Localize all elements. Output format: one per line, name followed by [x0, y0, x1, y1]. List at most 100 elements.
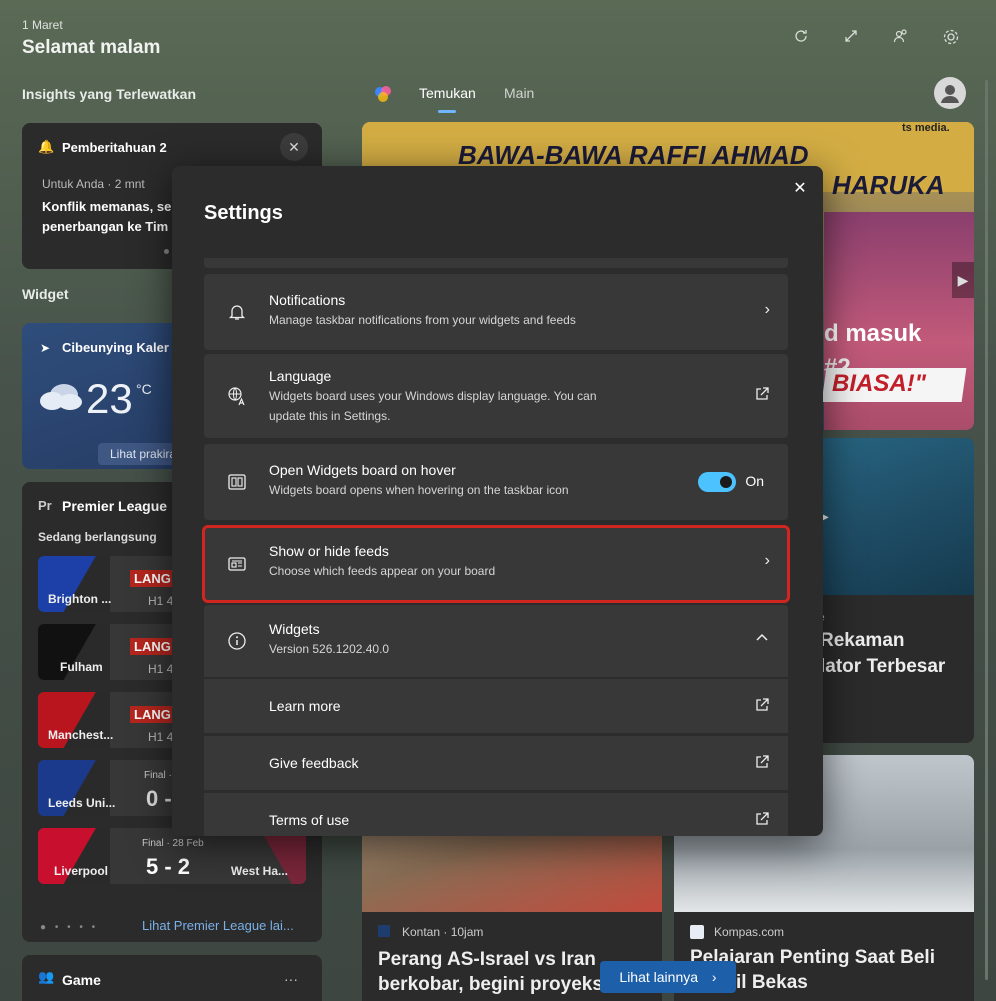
row-desc-2: update this in Settings.: [269, 409, 391, 423]
external-link-icon: [754, 386, 770, 407]
team-name: Liverpool: [54, 864, 109, 878]
row-desc: Widgets board uses your Windows display …: [269, 389, 597, 403]
show-hide-feeds-row[interactable]: Show or hide feeds Choose which feeds ap…: [202, 525, 790, 603]
widgets-about-row[interactable]: Widgets Version 526.1202.40.0: [204, 605, 788, 677]
row-title: Give feedback: [269, 755, 359, 771]
team-name: Fulham: [60, 660, 103, 674]
page-dot: [164, 249, 169, 254]
see-more-button[interactable]: Lihat lainnya ›: [600, 961, 736, 993]
article-source: Kontan · 10jam: [402, 925, 484, 939]
temperature: 23: [86, 375, 133, 422]
external-link-icon: [754, 754, 770, 775]
row-title: Terms of use: [269, 812, 350, 828]
learn-more-row[interactable]: Learn more: [204, 679, 788, 733]
close-icon[interactable]: ✕: [789, 178, 811, 200]
refresh-icon[interactable]: [790, 28, 812, 50]
row-desc: Manage taskbar notifications from your w…: [269, 313, 576, 327]
see-more-label: Lihat lainnya: [619, 969, 699, 985]
info-icon: [224, 628, 250, 654]
game-title: Game: [62, 972, 101, 988]
live-badge: LANG: [130, 570, 175, 587]
match-item[interactable]: Liverpool Final · 28 Feb 5 - 2 West Ha..…: [38, 828, 306, 884]
tab-indicator: [438, 110, 456, 113]
chevron-right-icon[interactable]: ▶: [952, 262, 974, 298]
hover-row[interactable]: Open Widgets board on hover Widgets boar…: [204, 444, 788, 520]
external-link-icon: [754, 697, 770, 718]
insight-card-title: Pemberitahuan 2: [62, 140, 167, 155]
terms-of-use-row[interactable]: Terms of use: [204, 793, 788, 836]
side-headline-1: Rekaman: [820, 630, 905, 651]
dialog-title: Settings: [204, 202, 283, 224]
toggle-state-label: On: [745, 473, 764, 489]
cloud-icon: [38, 381, 84, 411]
gear-icon[interactable]: [940, 28, 962, 50]
hero-text-2: HARUKA: [832, 170, 945, 200]
tab-discover[interactable]: Temukan: [419, 85, 476, 101]
more-menu-icon[interactable]: ···: [284, 971, 298, 987]
article-source: Kompas.com: [714, 925, 785, 939]
pl-title: Premier League: [62, 498, 168, 514]
row-title: Show or hide feeds: [269, 543, 389, 559]
source-logo-icon: [378, 925, 390, 937]
live-badge: LANG: [130, 638, 175, 655]
insight-source: Untuk Anda · 2 mnt: [42, 177, 145, 191]
pl-more-link[interactable]: Lihat Premier League lai...: [142, 918, 294, 933]
game-icon: 👥: [38, 969, 55, 984]
match-info: H1 4: [148, 730, 174, 744]
pl-status: Sedang berlangsung: [38, 530, 157, 544]
people-icon[interactable]: [890, 28, 912, 50]
widgets-board-icon: [224, 469, 250, 495]
language-icon: [224, 383, 250, 409]
pager-dots[interactable]: ● • • • •: [40, 922, 98, 933]
team-name: Leeds Uni...: [48, 796, 116, 810]
scrollbar[interactable]: [985, 80, 988, 980]
hero-overlay-1: d masuk: [824, 320, 922, 347]
article-headline-2: il Bekas: [736, 972, 808, 993]
hero-brand: ts media.: [902, 122, 950, 134]
row-title: Learn more: [269, 698, 341, 714]
game-card[interactable]: 👥 Game ···: [22, 955, 322, 1001]
expand-icon[interactable]: [840, 28, 862, 50]
chevron-up-icon[interactable]: [754, 629, 770, 650]
match-score: 5 - 2: [146, 854, 191, 879]
chevron-right-icon: ›: [711, 969, 717, 985]
match-info: H1 4: [148, 594, 174, 608]
pl-prefix: Pr: [38, 498, 52, 513]
match-info: H1 4: [148, 662, 174, 676]
bell-icon: 🔔: [38, 139, 55, 154]
side-headline-2: lator Terbesar: [820, 656, 946, 677]
source-logo-icon: [690, 925, 704, 939]
feeds-icon: [224, 551, 250, 577]
close-icon[interactable]: ✕: [280, 133, 308, 161]
widgets-section-title: Widget: [22, 286, 69, 302]
settings-dialog: Settings ✕ Notifications Manage taskbar …: [172, 166, 823, 836]
live-badge: LANG: [130, 706, 175, 723]
row-title: Widgets: [269, 621, 320, 637]
chevron-right-icon: ›: [764, 552, 770, 569]
bell-icon: [224, 299, 250, 325]
hover-toggle[interactable]: [698, 472, 736, 492]
away-team-name: West Ha...: [230, 864, 288, 878]
row-desc: Choose which feeds appear on your board: [269, 564, 496, 578]
location-arrow-icon: ➤: [40, 341, 51, 355]
row-title: Open Widgets board on hover: [269, 462, 456, 478]
team-name: Manchest...: [48, 728, 114, 742]
give-feedback-row[interactable]: Give feedback: [204, 736, 788, 790]
insight-headline[interactable]: Konflik memanas, se penerbangan ke Tim: [42, 197, 172, 237]
insights-title: Insights yang Terlewatkan: [22, 86, 197, 102]
date-label: 1 Maret: [22, 18, 63, 32]
row-partial: [204, 258, 788, 268]
tab-play[interactable]: Main: [504, 85, 534, 101]
notifications-row[interactable]: Notifications Manage taskbar notificatio…: [204, 274, 788, 350]
match-score: 0 -: [146, 786, 172, 811]
greeting: Selamat malam: [22, 37, 161, 58]
row-desc: Widgets board opens when hovering on the…: [269, 483, 569, 497]
avatar[interactable]: [934, 77, 966, 109]
language-row[interactable]: Language Widgets board uses your Windows…: [204, 354, 788, 438]
team-name: Brighton ...: [48, 592, 112, 606]
weather-location: Cibeunying Kaler: [62, 340, 169, 355]
chevron-right-icon: ›: [764, 301, 770, 318]
discover-logo-icon: [372, 83, 394, 105]
external-link-icon: [754, 811, 770, 832]
match-final-label: Final · 28 Feb: [142, 838, 204, 849]
